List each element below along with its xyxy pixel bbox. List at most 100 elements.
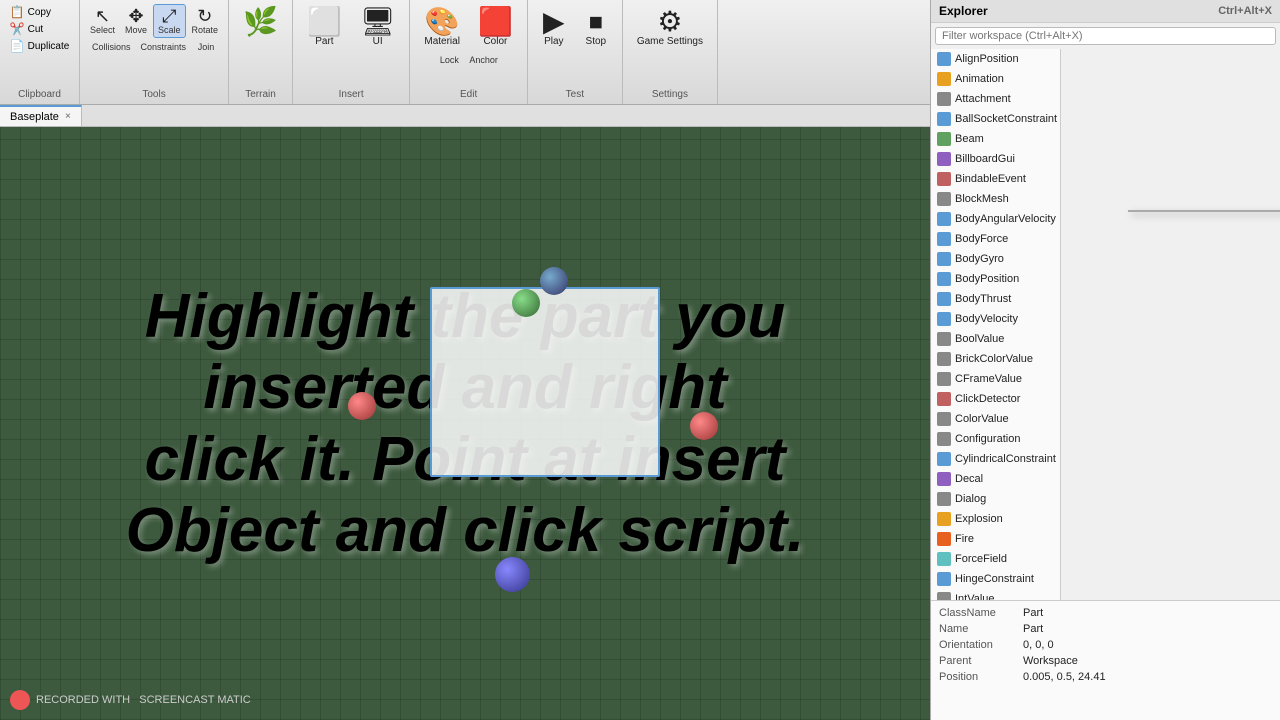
object-list-item[interactable]: BodyAngularVelocity bbox=[931, 209, 1060, 229]
play-button[interactable]: ▶ Play bbox=[534, 4, 574, 51]
object-list-item[interactable]: HingeConstraint bbox=[931, 569, 1060, 589]
sphere-red-left bbox=[348, 392, 376, 420]
object-list-item[interactable]: ClickDetector bbox=[931, 389, 1060, 409]
object-list-item[interactable]: ColorValue bbox=[931, 409, 1060, 429]
duplicate-button[interactable]: 📄 Duplicate bbox=[7, 38, 73, 54]
select-label: Select bbox=[90, 25, 115, 35]
object-list-item[interactable]: BlockMesh bbox=[931, 189, 1060, 209]
scale-icon: ⤢ bbox=[162, 7, 176, 25]
object-list-item[interactable]: CFrameValue bbox=[931, 369, 1060, 389]
game-settings-button[interactable]: ⚙ Game Settings bbox=[629, 4, 711, 51]
color-label: Color bbox=[483, 36, 507, 47]
classname-value: Part bbox=[1023, 607, 1043, 619]
material-button[interactable]: 🎨 Material bbox=[416, 4, 468, 51]
sphere-blue-bot bbox=[495, 557, 530, 592]
prop-classname: ClassName Part bbox=[935, 605, 1276, 621]
lock-button[interactable]: Lock bbox=[435, 53, 463, 67]
prop-parent: Parent Workspace bbox=[935, 653, 1276, 669]
object-list-item[interactable]: Fire bbox=[931, 529, 1060, 549]
object-list-item[interactable]: BallSocketConstraint bbox=[931, 109, 1060, 129]
insert-section: ⬜ Part 🖥 UI Insert bbox=[293, 0, 410, 104]
copy-label: Copy bbox=[28, 7, 51, 18]
tab-close-button[interactable]: × bbox=[65, 111, 71, 122]
classname-label: ClassName bbox=[939, 607, 1019, 619]
lock-label: Lock bbox=[440, 55, 459, 65]
object-list-item[interactable]: ForceField bbox=[931, 549, 1060, 569]
tools-section: ↖ Select ✥ Move ⤢ Scale ↻ Rotate Collisi… bbox=[80, 0, 229, 104]
right-panel-body: AlignPositionAnimationAttachmentBallSock… bbox=[931, 49, 1280, 600]
select-button[interactable]: ↖ Select bbox=[86, 5, 119, 37]
explorer-search-input[interactable] bbox=[935, 27, 1276, 45]
object-list-item[interactable]: Dialog bbox=[931, 489, 1060, 509]
object-list-item[interactable]: BodyPosition bbox=[931, 269, 1060, 289]
edit-row2: Lock Anchor bbox=[435, 53, 502, 67]
viewport[interactable]: Highlight the part you inserted and righ… bbox=[0, 127, 930, 720]
baseplate-tab[interactable]: Baseplate × bbox=[0, 105, 82, 126]
object-list-item[interactable]: BodyGyro bbox=[931, 249, 1060, 269]
color-button[interactable]: 🟥 Color bbox=[470, 4, 521, 51]
clipboard-items: 📋 Copy ✂️ Cut 📄 Duplicate bbox=[7, 4, 73, 54]
object-list-item[interactable]: CylindricalConstraint bbox=[931, 449, 1060, 469]
object-list-item[interactable]: IntValue bbox=[931, 589, 1060, 600]
anchor-button[interactable]: Anchor bbox=[465, 53, 502, 67]
move-icon: ✥ bbox=[128, 7, 143, 25]
part-button[interactable]: ⬜ Part bbox=[299, 4, 350, 51]
object-list-item[interactable]: BodyForce bbox=[931, 229, 1060, 249]
object-list-item[interactable]: BrickColorValue bbox=[931, 349, 1060, 369]
explorer-title: Explorer bbox=[939, 4, 988, 18]
selected-part[interactable] bbox=[430, 287, 660, 477]
collisions-label: Collisions bbox=[92, 42, 131, 52]
parent-value: Workspace bbox=[1023, 655, 1078, 667]
move-button[interactable]: ✥ Move bbox=[121, 5, 151, 37]
object-list-item[interactable]: BodyThrust bbox=[931, 289, 1060, 309]
position-label: Position bbox=[939, 671, 1019, 683]
object-list-item[interactable]: Animation bbox=[931, 69, 1060, 89]
game-settings-label: Game Settings bbox=[637, 36, 703, 47]
obj-list-col1: AlignPositionAnimationAttachmentBallSock… bbox=[931, 49, 1060, 600]
stop-icon: ⏹ bbox=[589, 8, 603, 36]
stop-button[interactable]: ⏹ Stop bbox=[576, 4, 616, 51]
object-list-item[interactable]: BindableEvent bbox=[931, 169, 1060, 189]
clipboard-label: Clipboard bbox=[18, 87, 61, 100]
select-icon: ↖ bbox=[95, 7, 110, 25]
watermark: RECORDED WITH SCREENCAST MATIC bbox=[10, 690, 251, 710]
terrain-button[interactable]: 🌿 bbox=[235, 4, 286, 40]
object-list-item[interactable]: Attachment bbox=[931, 89, 1060, 109]
copy-button[interactable]: 📋 Copy bbox=[7, 4, 73, 20]
duplicate-label: Duplicate bbox=[28, 41, 70, 52]
edit-section: 🎨 Material 🟥 Color Lock Anchor Edit bbox=[410, 0, 527, 104]
object-list-item[interactable]: Beam bbox=[931, 129, 1060, 149]
tools-label: Tools bbox=[142, 87, 165, 100]
ui-button[interactable]: 🖥 UI bbox=[352, 4, 404, 51]
collisions-button[interactable]: Collisions bbox=[88, 40, 135, 54]
constraints-button[interactable]: Constraints bbox=[137, 40, 191, 54]
rotate-button[interactable]: ↻ Rotate bbox=[188, 5, 223, 37]
object-list-item[interactable]: Decal bbox=[931, 469, 1060, 489]
terrain-icon: 🌿 bbox=[243, 8, 278, 36]
test-row: ▶ Play ⏹ Stop bbox=[534, 4, 616, 51]
object-list-item[interactable]: Explosion bbox=[931, 509, 1060, 529]
prop-name: Name Part bbox=[935, 621, 1276, 637]
stop-label: Stop bbox=[586, 36, 607, 47]
right-panel: Explorer Ctrl+Alt+X AlignPositionAnimati… bbox=[930, 0, 1280, 720]
object-list-item[interactable]: BoolValue bbox=[931, 329, 1060, 349]
object-list-item[interactable]: BodyVelocity bbox=[931, 309, 1060, 329]
part-label: Part bbox=[315, 36, 333, 47]
tab-label: Baseplate bbox=[10, 111, 59, 123]
anchor-label: Anchor bbox=[469, 55, 498, 65]
terrain-section: 🌿 Terrain bbox=[229, 0, 293, 104]
tools-row: ↖ Select ✥ Move ⤢ Scale ↻ Rotate bbox=[86, 4, 222, 38]
material-label: Material bbox=[424, 36, 460, 47]
object-list-item[interactable]: BillboardGui bbox=[931, 149, 1060, 169]
cut-button[interactable]: ✂️ Cut bbox=[7, 21, 73, 37]
scale-button[interactable]: ⤢ Scale bbox=[153, 4, 186, 38]
rotate-icon: ↻ bbox=[197, 7, 212, 25]
object-list-item[interactable]: Configuration bbox=[931, 429, 1060, 449]
settings-label: Settings bbox=[652, 87, 688, 100]
color-icon: 🟥 bbox=[478, 8, 513, 36]
object-list-item[interactable]: AlignPosition bbox=[931, 49, 1060, 69]
cut-icon: ✂️ bbox=[10, 22, 25, 36]
material-icon: 🎨 bbox=[425, 8, 460, 36]
join-button[interactable]: Join bbox=[192, 40, 220, 54]
join-label: Join bbox=[198, 42, 215, 52]
